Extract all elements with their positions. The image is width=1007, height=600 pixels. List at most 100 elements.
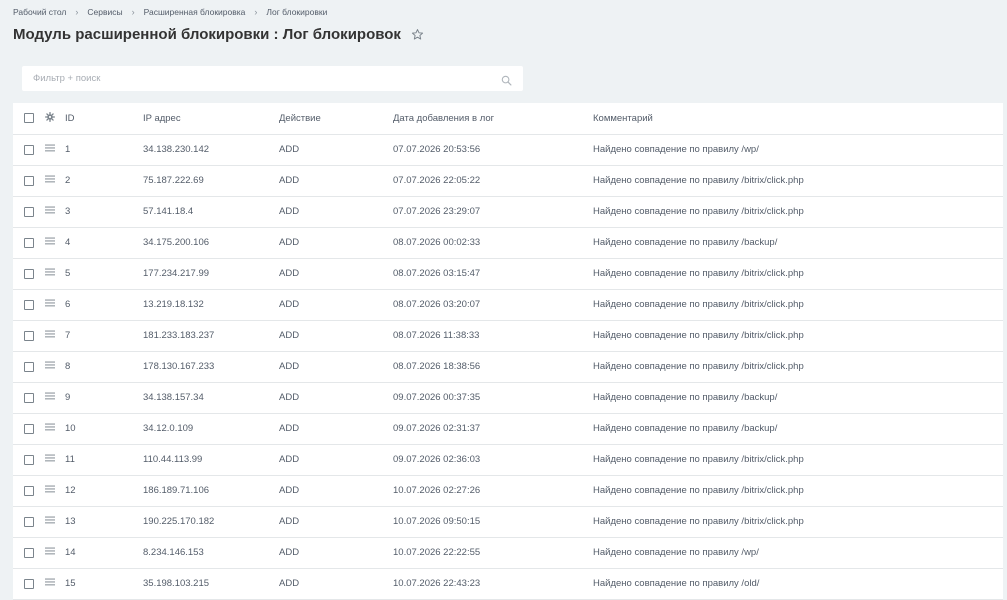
menu-icon[interactable] [45, 268, 63, 279]
row-checkbox[interactable] [24, 423, 34, 434]
table-row[interactable]: 13 190.225.170.182 ADD 10.07.2026 09:50:15 Н… [13, 506, 1003, 538]
header-ip[interactable]: IP адрес [143, 103, 279, 135]
cell-ip: 186.189.71.106 [143, 475, 279, 507]
table-row[interactable]: 10 34.12.0.109 ADD 09.07.2026 02:31:37 Найде… [13, 413, 1003, 445]
table-row[interactable]: 9 34.138.157.34 ADD 09.07.2026 00:37:35 Найд… [13, 382, 1003, 414]
cell-date: 08.07.2026 00:02:33 [393, 227, 593, 259]
row-menu-cell [45, 320, 63, 352]
table-row[interactable]: 1 34.138.230.142 ADD 07.07.2026 20:53:56 Най… [13, 134, 1003, 166]
row-checkbox[interactable] [24, 547, 34, 558]
cell-comment: Найдено совпадение по правилу /bitrix/cl… [593, 506, 1003, 538]
star-icon[interactable] [411, 28, 425, 42]
menu-icon[interactable] [45, 175, 63, 186]
block-log-table: ID IP адрес Действие Дата добавления в л… [13, 103, 1003, 600]
table-row[interactable]: 7 181.233.183.237 ADD 08.07.2026 11:38:33 На… [13, 320, 1003, 352]
menu-icon[interactable] [45, 578, 63, 589]
cell-action: ADD [279, 382, 393, 414]
header-checkbox-cell [13, 103, 45, 135]
cell-ip: 57.141.18.4 [143, 196, 279, 228]
cell-id: 4 [63, 227, 143, 259]
menu-icon[interactable] [45, 454, 63, 465]
menu-icon[interactable] [45, 330, 63, 341]
menu-icon[interactable] [45, 361, 63, 372]
cell-ip: 177.234.217.99 [143, 258, 279, 290]
header-action[interactable]: Действие [279, 103, 393, 135]
menu-icon[interactable] [45, 516, 63, 527]
cell-date: 08.07.2026 03:20:07 [393, 289, 593, 321]
table-row[interactable]: 15 35.198.103.215 ADD 10.07.2026 22:43:23 На… [13, 568, 1003, 600]
row-menu-cell [45, 227, 63, 259]
table-row[interactable]: 12 186.189.71.106 ADD 10.07.2026 02:27:26 На… [13, 475, 1003, 507]
row-checkbox-cell [13, 289, 45, 321]
table-row[interactable]: 5 177.234.217.99 ADD 08.07.2026 03:15:47 Най… [13, 258, 1003, 290]
filter-search-box [22, 66, 523, 91]
row-checkbox[interactable] [24, 578, 34, 589]
cell-action: ADD [279, 258, 393, 290]
row-menu-cell [45, 568, 63, 600]
menu-icon[interactable] [45, 485, 63, 496]
menu-icon[interactable] [45, 299, 63, 310]
cell-action: ADD [279, 537, 393, 569]
breadcrumb-item-services[interactable]: Сервисы [87, 7, 122, 17]
table-row[interactable]: 11 110.44.113.99 ADD 09.07.2026 02:36:03 Най… [13, 444, 1003, 476]
filter-search-input[interactable] [22, 66, 493, 91]
header-id[interactable]: ID [63, 103, 143, 135]
cell-comment: Найдено совпадение по правилу /bitrix/cl… [593, 289, 1003, 321]
cell-id: 6 [63, 289, 143, 321]
cell-date: 07.07.2026 22:05:22 [393, 165, 593, 197]
cell-date: 09.07.2026 02:36:03 [393, 444, 593, 476]
table-header-row: ID IP адрес Действие Дата добавления в л… [13, 103, 1003, 135]
row-checkbox[interactable] [24, 392, 34, 403]
menu-icon[interactable] [45, 144, 63, 155]
menu-icon[interactable] [45, 392, 63, 403]
cell-date: 10.07.2026 22:22:55 [393, 537, 593, 569]
breadcrumb-item-block-log[interactable]: Лог блокировки [266, 7, 327, 17]
row-menu-cell [45, 506, 63, 538]
cell-id: 13 [63, 506, 143, 538]
cell-action: ADD [279, 196, 393, 228]
row-checkbox[interactable] [24, 144, 34, 155]
menu-icon[interactable] [45, 423, 63, 434]
row-checkbox[interactable] [24, 299, 34, 310]
cell-action: ADD [279, 413, 393, 445]
table-row[interactable]: 8 178.130.167.233 ADD 08.07.2026 18:38:56 На… [13, 351, 1003, 383]
table-row[interactable]: 6 13.219.18.132 ADD 08.07.2026 03:20:07 Найд… [13, 289, 1003, 321]
row-checkbox[interactable] [24, 454, 34, 465]
row-checkbox[interactable] [24, 237, 34, 248]
row-checkbox[interactable] [24, 361, 34, 372]
breadcrumb-separator-icon: › [254, 7, 258, 17]
table-row[interactable]: 2 75.187.222.69 ADD 07.07.2026 22:05:22 Найд… [13, 165, 1003, 197]
breadcrumb-item-desktop[interactable]: Рабочий стол [13, 7, 66, 17]
menu-icon[interactable] [45, 237, 63, 248]
row-checkbox[interactable] [24, 516, 34, 527]
row-checkbox[interactable] [24, 206, 34, 217]
table-row[interactable]: 3 57.141.18.4 ADD 07.07.2026 23:29:07 Найден… [13, 196, 1003, 228]
cell-id: 2 [63, 165, 143, 197]
row-checkbox[interactable] [24, 330, 34, 341]
cell-ip: 34.175.200.106 [143, 227, 279, 259]
header-date[interactable]: Дата добавления в лог [393, 103, 593, 135]
cell-id: 7 [63, 320, 143, 352]
row-checkbox-cell [13, 506, 45, 538]
table-row[interactable]: 4 34.175.200.106 ADD 08.07.2026 00:02:33 Най… [13, 227, 1003, 259]
header-comment[interactable]: Комментарий [593, 103, 1003, 135]
cell-comment: Найдено совпадение по правилу /bitrix/cl… [593, 475, 1003, 507]
search-icon[interactable] [501, 73, 512, 86]
cell-comment: Найдено совпадение по правилу /bitrix/cl… [593, 196, 1003, 228]
gear-icon[interactable] [45, 111, 63, 125]
row-checkbox[interactable] [24, 268, 34, 279]
table-row[interactable]: 14 8.234.146.153 ADD 10.07.2026 22:22:55 Най… [13, 537, 1003, 569]
menu-icon[interactable] [45, 206, 63, 217]
cell-ip: 13.219.18.132 [143, 289, 279, 321]
cell-action: ADD [279, 227, 393, 259]
row-checkbox-cell [13, 165, 45, 197]
row-checkbox[interactable] [24, 485, 34, 496]
cell-date: 08.07.2026 11:38:33 [393, 320, 593, 352]
breadcrumb-item-extended-blocking[interactable]: Расширенная блокировка [144, 7, 246, 17]
cell-ip: 110.44.113.99 [143, 444, 279, 476]
select-all-checkbox[interactable] [24, 113, 34, 124]
menu-icon[interactable] [45, 547, 63, 558]
cell-comment: Найдено совпадение по правилу /backup/ [593, 227, 1003, 259]
cell-action: ADD [279, 568, 393, 600]
row-checkbox[interactable] [24, 175, 34, 186]
